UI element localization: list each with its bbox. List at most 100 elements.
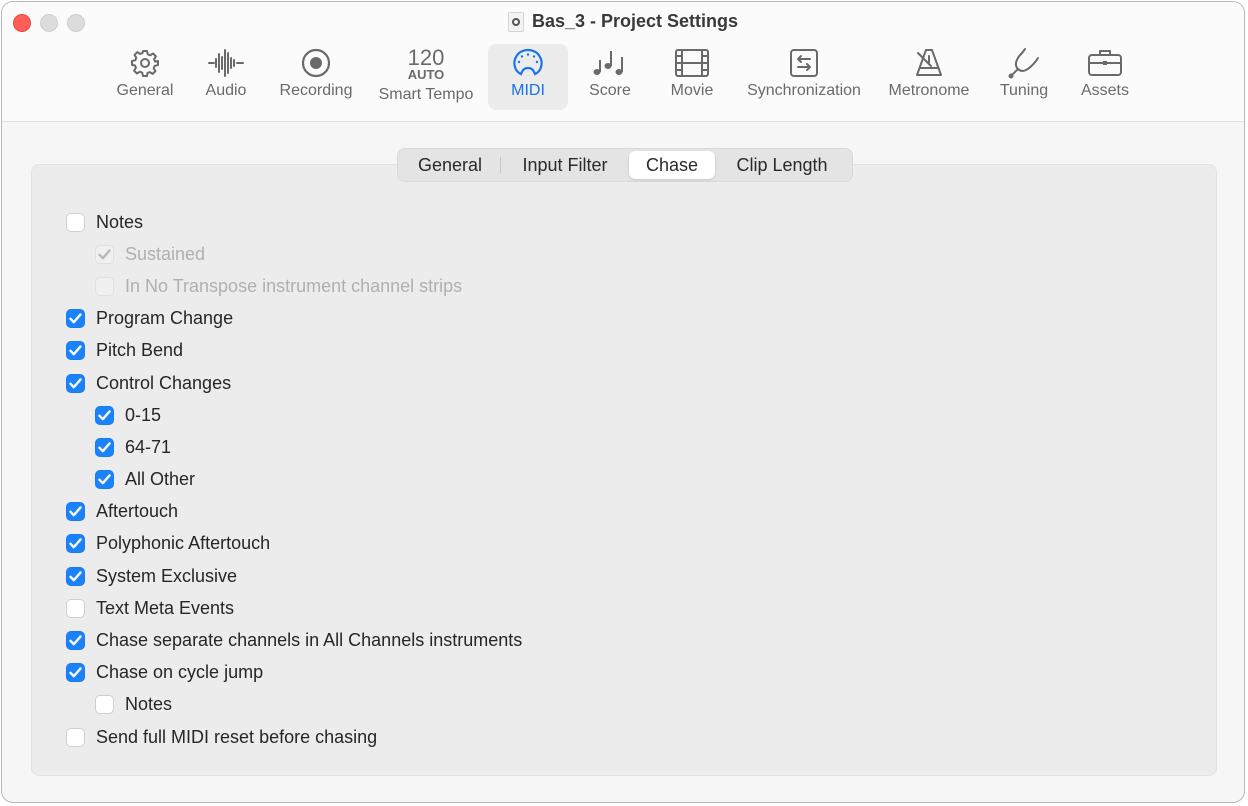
- option-label: Notes: [96, 211, 144, 232]
- option-in-no-transpose-instrument-channel-strips: In No Transpose instrument channel strip…: [66, 270, 522, 302]
- record-icon: [301, 44, 331, 82]
- gear-icon: [130, 44, 160, 82]
- tuning-fork-icon: [1008, 44, 1040, 82]
- checkmark-icon: [98, 442, 111, 453]
- checkmark-icon: [69, 506, 82, 517]
- toolbar-label: Assets: [1080, 82, 1129, 99]
- option-notes[interactable]: Notes: [66, 689, 522, 721]
- checkbox-checked[interactable]: [66, 373, 85, 393]
- checkbox-unchecked[interactable]: [95, 695, 114, 715]
- option-text-meta-events[interactable]: Text Meta Events: [66, 592, 522, 624]
- midi-settings-tabs: General Input Filter Chase Clip Length: [397, 148, 853, 182]
- tab-clip-length[interactable]: Clip Length: [715, 151, 849, 179]
- option-control-changes[interactable]: Control Changes: [66, 367, 522, 399]
- toolbar-item-smart-tempo[interactable]: 120 AUTO Smart Tempo: [370, 44, 482, 110]
- toolbar-item-audio[interactable]: Audio: [194, 44, 258, 110]
- option-label: Aftertouch: [96, 501, 179, 522]
- checkmark-icon: [98, 249, 111, 260]
- toolbar-item-score[interactable]: Score: [578, 44, 642, 110]
- toolbar-item-assets[interactable]: Assets: [1072, 44, 1138, 110]
- settings-toolbar: General Audio Recording 120 AUTO Smart T…: [2, 44, 1244, 110]
- option-label: Polyphonic Aftertouch: [96, 533, 271, 554]
- toolbar-item-tuning[interactable]: Tuning: [992, 44, 1056, 110]
- toolbar-item-metronome[interactable]: Metronome: [882, 44, 976, 110]
- option-notes[interactable]: Notes: [66, 206, 522, 238]
- tab-input-filter[interactable]: Input Filter: [501, 151, 629, 179]
- option-all-other[interactable]: All Other: [66, 464, 522, 496]
- checkmark-icon: [69, 667, 82, 678]
- tempo-icon: 120 AUTO: [407, 45, 445, 82]
- checkmark-icon: [69, 313, 82, 324]
- tab-label: Chase: [645, 154, 699, 175]
- option-64-71[interactable]: 64-71: [66, 431, 522, 463]
- toolbar-label: Smart Tempo: [378, 86, 474, 103]
- toolbar-label: Recording: [279, 82, 353, 99]
- checkbox-checked[interactable]: [66, 502, 85, 522]
- tempo-mode: AUTO: [407, 67, 445, 82]
- toolbar-item-synchronization[interactable]: Synchronization: [738, 44, 870, 110]
- checkbox-checked[interactable]: [66, 341, 85, 361]
- checkmark-icon: [69, 377, 82, 388]
- checkbox-checked[interactable]: [66, 534, 85, 554]
- window-title: Bas_3 - Project Settings: [2, 11, 1244, 32]
- option-label: 0-15: [125, 404, 162, 425]
- toolbar-label: Metronome: [888, 82, 970, 99]
- checkmark-icon: [98, 410, 111, 421]
- checkbox-checked[interactable]: [95, 437, 114, 457]
- option-sustained: Sustained: [66, 238, 522, 270]
- checkbox-checked[interactable]: [66, 631, 85, 651]
- option-chase-on-cycle-jump[interactable]: Chase on cycle jump: [66, 657, 522, 689]
- toolbar-item-movie[interactable]: Movie: [658, 44, 726, 110]
- toolbar-label: Audio: [205, 82, 247, 99]
- project-settings-window: Bas_3 - Project Settings General Audio R…: [1, 1, 1245, 803]
- option-program-change[interactable]: Program Change: [66, 303, 522, 335]
- tab-general[interactable]: General: [400, 151, 500, 179]
- toolbar-item-recording[interactable]: Recording: [272, 44, 360, 110]
- sync-arrows-icon: [790, 44, 818, 82]
- checkbox-unchecked[interactable]: [66, 727, 85, 747]
- option-label: Pitch Bend: [96, 340, 184, 361]
- checkbox-unchecked[interactable]: [66, 598, 85, 618]
- option-send-full-midi-reset-before-chasing[interactable]: Send full MIDI reset before chasing: [66, 721, 522, 753]
- option-label: Send full MIDI reset before chasing: [96, 726, 378, 747]
- toolbar-label: General: [116, 82, 174, 99]
- metronome-icon: [914, 44, 944, 82]
- toolbar-label: Movie: [670, 82, 714, 99]
- option-label: 64-71: [125, 436, 172, 457]
- checkmark-icon: [69, 635, 82, 646]
- checkbox-checked[interactable]: [66, 663, 85, 683]
- music-notes-icon: [592, 44, 628, 82]
- option-label: All Other: [125, 469, 196, 490]
- checkmark-icon: [69, 538, 82, 549]
- toolbar-item-general[interactable]: General: [108, 44, 182, 110]
- option-aftertouch[interactable]: Aftertouch: [66, 496, 522, 528]
- tab-label: General: [417, 154, 483, 175]
- window-title-text: Bas_3 - Project Settings: [531, 11, 739, 31]
- toolbar-label: Synchronization: [747, 82, 861, 99]
- option-label: Text Meta Events: [96, 597, 235, 618]
- tab-label: Clip Length: [736, 154, 828, 175]
- tab-label: Input Filter: [522, 154, 608, 175]
- checkmark-icon: [69, 570, 82, 582]
- tab-chase[interactable]: Chase: [629, 151, 715, 179]
- tempo-value: 120: [407, 45, 445, 70]
- document-icon: [507, 11, 524, 32]
- option-label: Chase separate channels in All Channels …: [96, 630, 523, 651]
- toolbar-label: Tuning: [999, 82, 1049, 99]
- checkbox-checked[interactable]: [66, 566, 85, 586]
- checkbox-checked[interactable]: [95, 405, 114, 425]
- checkbox-checked[interactable]: [95, 470, 114, 490]
- option-polyphonic-aftertouch[interactable]: Polyphonic Aftertouch: [66, 528, 522, 560]
- checkmark-icon: [98, 474, 111, 485]
- checkbox-unchecked[interactable]: [66, 212, 85, 232]
- film-icon: [675, 44, 709, 82]
- option-0-15[interactable]: 0-15: [66, 399, 522, 431]
- option-system-exclusive[interactable]: System Exclusive: [66, 560, 522, 592]
- option-label: Chase on cycle jump: [96, 662, 264, 683]
- toolbar-item-midi[interactable]: MIDI: [488, 44, 568, 110]
- checkbox-checked[interactable]: [66, 309, 85, 329]
- checkmark-icon: [69, 345, 82, 356]
- option-chase-separate-channels-in-all-channels-instruments[interactable]: Chase separate channels in All Channels …: [66, 624, 522, 656]
- option-pitch-bend[interactable]: Pitch Bend: [66, 335, 522, 367]
- option-label: In No Transpose instrument channel strip…: [125, 275, 463, 296]
